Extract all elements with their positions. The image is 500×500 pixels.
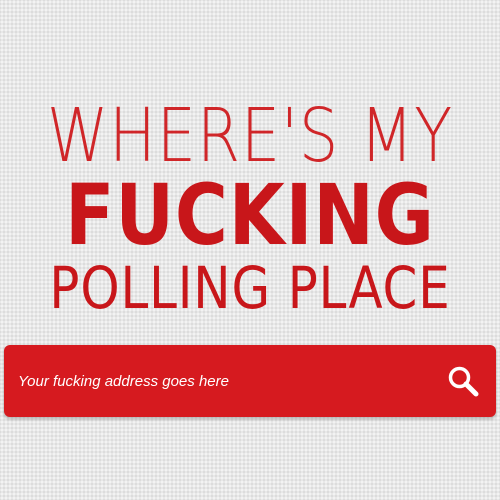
search-button[interactable]: [444, 362, 482, 400]
headline-line-1: WHERE'S MY: [46, 93, 454, 179]
headline: WHERE'S MY FUCKING POLLING PLACE: [0, 96, 500, 320]
headline-line-2: FUCKING: [65, 166, 435, 264]
headline-line-3: POLLING PLACE: [49, 254, 451, 322]
search-icon: [448, 366, 479, 397]
address-input[interactable]: [18, 367, 418, 395]
search-bar: [4, 345, 496, 417]
